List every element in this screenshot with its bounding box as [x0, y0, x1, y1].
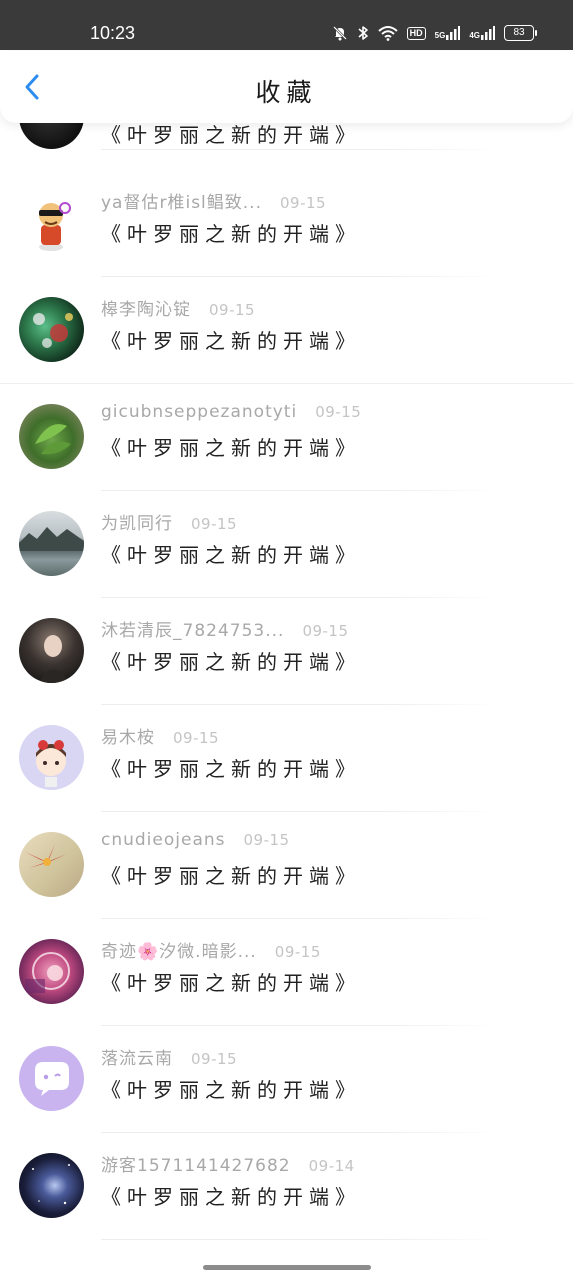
user-name[interactable]: 落流云南 — [101, 1044, 173, 1069]
item-date: 09-15 — [191, 515, 238, 533]
status-bar: 10:23 HD 5G 4G 83 — [0, 0, 573, 50]
status-icons: HD 5G 4G 83 — [332, 22, 537, 44]
list-item[interactable]: 落流云南 09-15 《叶罗丽之新的开端》 — [0, 1026, 573, 1133]
item-date: 09-15 — [209, 301, 256, 319]
user-name[interactable]: 奇迹🌸汐微.暗影... — [101, 937, 257, 962]
mute-bell-icon — [332, 26, 347, 41]
item-date: 09-15 — [302, 622, 349, 640]
status-time: 10:23 — [90, 23, 136, 43]
item-meta: 游客1571141427682 09-14 — [101, 1151, 355, 1176]
signal-5g-label: 5G — [434, 31, 446, 40]
item-date: 09-15 — [191, 1050, 238, 1068]
item-meta: 落流云南 09-15 — [101, 1044, 238, 1069]
list-item[interactable]: gicubnseppezanotyti 09-15 《叶罗丽之新的开端》 — [0, 384, 573, 491]
item-title: 《叶罗丽之新的开端》 — [101, 123, 361, 147]
list-item[interactable]: 为凯同行 09-15 《叶罗丽之新的开端》 — [0, 491, 573, 598]
list-item[interactable]: ya督估r椎isl鲳致... 09-15 《叶罗丽之新的开端》 — [0, 170, 573, 277]
item-title[interactable]: 《叶罗丽之新的开端》 — [101, 646, 361, 675]
user-name[interactable]: ya督估r椎isl鲳致... — [101, 188, 262, 213]
battery-level: 83 — [504, 25, 534, 41]
avatar — [19, 939, 84, 1004]
list-item[interactable]: 易木桉 09-15 《叶罗丽之新的开端》 — [0, 705, 573, 812]
item-title[interactable]: 《叶罗丽之新的开端》 — [101, 1181, 361, 1210]
avatar — [19, 191, 84, 256]
item-title[interactable]: 《叶罗丽之新的开端》 — [101, 860, 361, 889]
list-item[interactable]: 游客1571141427682 09-14 《叶罗丽之新的开端》 — [0, 1133, 573, 1240]
avatar — [19, 1153, 84, 1218]
user-name[interactable]: cnudieojeans — [101, 830, 226, 850]
header-bar: 收藏 — [0, 51, 573, 123]
user-name[interactable]: 易木桉 — [101, 723, 155, 748]
home-indicator[interactable] — [203, 1265, 371, 1270]
item-meta: 为凯同行 09-15 — [101, 509, 238, 534]
item-meta: 沐若清辰_7824753... 09-15 — [101, 616, 349, 641]
avatar — [19, 511, 84, 576]
item-title[interactable]: 《叶罗丽之新的开端》 — [101, 432, 361, 461]
user-name[interactable]: 游客1571141427682 — [101, 1151, 291, 1176]
item-title[interactable]: 《叶罗丽之新的开端》 — [101, 753, 361, 782]
signal-bars-icon — [481, 26, 495, 40]
avatar — [19, 725, 84, 790]
battery-icon: 83 — [504, 25, 537, 41]
avatar — [19, 1046, 84, 1111]
bluetooth-icon — [358, 26, 368, 40]
item-meta: 奇迹🌸汐微.暗影... 09-15 — [101, 937, 321, 962]
battery-tip — [535, 30, 537, 36]
divider — [101, 149, 501, 150]
item-date: 09-15 — [274, 943, 321, 961]
item-meta: cnudieojeans 09-15 — [101, 830, 290, 854]
page-title: 收藏 — [255, 78, 318, 107]
user-name[interactable]: gicubnseppezanotyti — [101, 402, 297, 422]
signal-4g-label: 4G — [469, 31, 480, 40]
avatar — [19, 404, 84, 469]
item-title[interactable]: 《叶罗丽之新的开端》 — [101, 218, 361, 247]
list-item[interactable]: cnudieojeans 09-15 《叶罗丽之新的开端》 — [0, 812, 573, 919]
avatar — [19, 618, 84, 683]
item-date: 09-15 — [315, 403, 362, 421]
signal-bars-icon — [446, 26, 461, 40]
item-date: 09-15 — [243, 831, 290, 849]
user-name[interactable]: 槔李陶沁锭 — [101, 295, 191, 320]
avatar — [19, 297, 84, 362]
user-name[interactable]: 为凯同行 — [101, 509, 173, 534]
item-meta: ya督估r椎isl鲳致... 09-15 — [101, 188, 327, 213]
wifi-icon — [377, 26, 398, 41]
list-item[interactable]: 奇迹🌸汐微.暗影... 09-15 《叶罗丽之新的开端》 — [0, 919, 573, 1026]
favorites-list[interactable]: 《叶罗丽之新的开端》 ya督估r椎isl鲳致... 09-15 《叶罗丽之新的开… — [0, 0, 573, 1280]
hd-icon: HD — [406, 26, 426, 40]
divider — [101, 1239, 501, 1240]
user-name[interactable]: 沐若清辰_7824753... — [101, 616, 284, 641]
item-title[interactable]: 《叶罗丽之新的开端》 — [101, 967, 361, 996]
item-date: 09-14 — [308, 1157, 355, 1175]
item-title[interactable]: 《叶罗丽之新的开端》 — [101, 325, 361, 354]
item-meta: gicubnseppezanotyti 09-15 — [101, 402, 361, 426]
list-item[interactable]: 槔李陶沁锭 09-15 《叶罗丽之新的开端》 — [0, 277, 573, 384]
signal-5g-icon: 5G — [435, 26, 461, 40]
list-item[interactable]: 沐若清辰_7824753... 09-15 《叶罗丽之新的开端》 — [0, 598, 573, 705]
signal-4g-icon: 4G — [469, 26, 495, 40]
item-meta: 槔李陶沁锭 09-15 — [101, 295, 256, 320]
item-title[interactable]: 《叶罗丽之新的开端》 — [101, 539, 361, 568]
item-title[interactable]: 《叶罗丽之新的开端》 — [101, 1074, 361, 1103]
item-date: 09-15 — [279, 194, 327, 212]
item-meta: 易木桉 09-15 — [101, 723, 220, 748]
item-date: 09-15 — [173, 729, 220, 747]
avatar — [19, 832, 84, 897]
